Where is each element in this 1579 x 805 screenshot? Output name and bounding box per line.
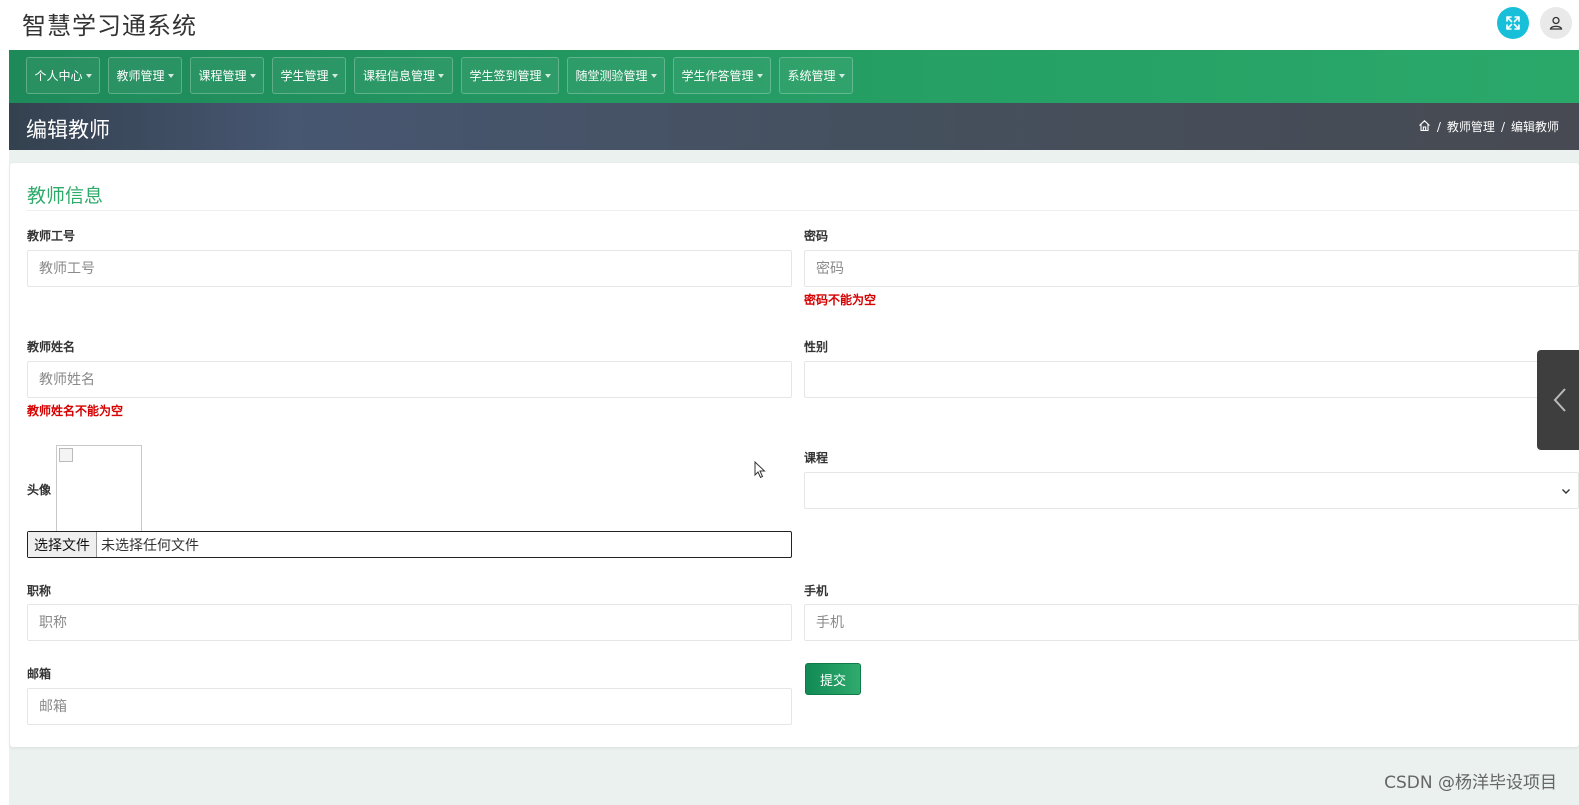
section-title: 教师信息 <box>27 185 104 207</box>
phone-label: 手机 <box>804 584 829 598</box>
caret-down-icon <box>756 73 763 78</box>
home-icon <box>1418 119 1430 131</box>
top-bar: 智慧学习通系统 <box>9 0 1579 50</box>
nav-item-label: 学生签到管理 <box>469 69 542 83</box>
nav-item-student-checkin-management[interactable]: 学生签到管理 <box>461 57 559 94</box>
caret-down-icon <box>544 73 551 78</box>
avatar-label: 头像 <box>27 483 52 497</box>
nav-item-label: 学生作答管理 <box>681 69 754 83</box>
gender-select[interactable] <box>804 361 1579 398</box>
section-divider <box>27 210 1579 211</box>
fullscreen-icon <box>1506 16 1520 30</box>
teacher-name-error: 教师姓名不能为空 <box>27 404 124 418</box>
caret-down-icon <box>650 73 657 78</box>
email-label: 邮箱 <box>27 667 52 681</box>
job-title-label: 职称 <box>27 584 52 598</box>
user-icon <box>1549 16 1563 30</box>
phone-input[interactable] <box>804 604 1579 641</box>
broken-image-icon <box>59 448 73 462</box>
side-panel-toggle[interactable] <box>1537 350 1579 450</box>
nav-item-label: 个人中心 <box>34 69 83 83</box>
left-strip <box>0 0 9 805</box>
caret-down-icon <box>438 73 444 78</box>
choose-file-button[interactable]: 选择文件 <box>28 532 97 557</box>
password-label: 密码 <box>804 229 829 243</box>
submit-button[interactable]: 提交 <box>805 663 861 695</box>
home-link[interactable] <box>1418 119 1431 135</box>
nav-item-label: 随堂测验管理 <box>575 69 648 83</box>
teacher-info-card: 教师信息 教师工号 密码 密码不能为空 教师姓名 教师姓名不能为空 性别 头像 … <box>10 163 1579 747</box>
nav-item-label: 学生管理 <box>280 69 329 83</box>
app-title: 智慧学习通系统 <box>22 12 197 40</box>
page-header: 编辑教师 / 教师管理 / 编辑教师 <box>9 103 1579 150</box>
nav-item-teacher-management[interactable]: 教师管理 <box>108 57 182 94</box>
caret-down-icon <box>167 73 174 78</box>
nav-item-personal-center[interactable]: 个人中心 <box>26 57 100 94</box>
avatar-preview <box>56 445 142 531</box>
gender-label: 性别 <box>804 340 829 354</box>
caret-down-icon <box>249 73 256 78</box>
page-title: 编辑教师 <box>26 118 110 142</box>
avatar-file-input[interactable]: 选择文件 未选择任何文件 <box>27 531 792 558</box>
caret-down-icon <box>838 73 845 78</box>
course-label: 课程 <box>804 451 829 465</box>
file-status-text: 未选择任何文件 <box>101 537 199 554</box>
teacher-id-label: 教师工号 <box>27 229 76 243</box>
nav-item-quiz-management[interactable]: 随堂测验管理 <box>567 57 665 94</box>
teacher-id-input[interactable] <box>27 250 792 287</box>
teacher-name-label: 教师姓名 <box>27 340 76 354</box>
breadcrumb-item-edit-teacher: 编辑教师 <box>1510 120 1559 134</box>
password-input[interactable] <box>804 250 1579 287</box>
chevron-down-icon <box>1562 489 1570 494</box>
nav-item-label: 系统管理 <box>787 69 836 83</box>
nav-item-course-info-management[interactable]: 课程信息管理 <box>354 57 453 94</box>
password-error: 密码不能为空 <box>804 293 877 307</box>
nav-item-system-management[interactable]: 系统管理 <box>779 57 853 94</box>
course-select[interactable] <box>804 472 1579 509</box>
breadcrumb-item-teacher-management[interactable]: 教师管理 <box>1447 118 1495 135</box>
breadcrumb-separator: / <box>1500 119 1505 134</box>
chevron-left-icon <box>1553 388 1566 412</box>
caret-down-icon <box>85 73 92 78</box>
teacher-name-input[interactable] <box>27 361 792 398</box>
breadcrumb-separator: / <box>1436 119 1441 134</box>
nav-item-label: 教师管理 <box>116 69 165 83</box>
nav-item-label: 课程管理 <box>198 69 247 83</box>
main-nav: 个人中心 教师管理 课程管理 学生管理 课程信息管理 学生签到管理 随堂测验管理… <box>9 50 1579 103</box>
watermark: CSDN @杨洋毕设项目 <box>1384 773 1557 793</box>
nav-item-label: 课程信息管理 <box>362 69 435 83</box>
nav-item-course-management[interactable]: 课程管理 <box>190 57 264 94</box>
nav-item-student-answer-management[interactable]: 学生作答管理 <box>673 57 771 94</box>
caret-down-icon <box>331 73 338 78</box>
user-button[interactable] <box>1540 7 1572 39</box>
job-title-input[interactable] <box>27 604 792 641</box>
breadcrumb: / 教师管理 / 编辑教师 <box>1418 118 1559 135</box>
email-input[interactable] <box>27 688 792 725</box>
mouse-cursor-icon <box>754 461 766 479</box>
fullscreen-button[interactable] <box>1497 7 1529 39</box>
nav-item-student-management[interactable]: 学生管理 <box>272 57 346 94</box>
